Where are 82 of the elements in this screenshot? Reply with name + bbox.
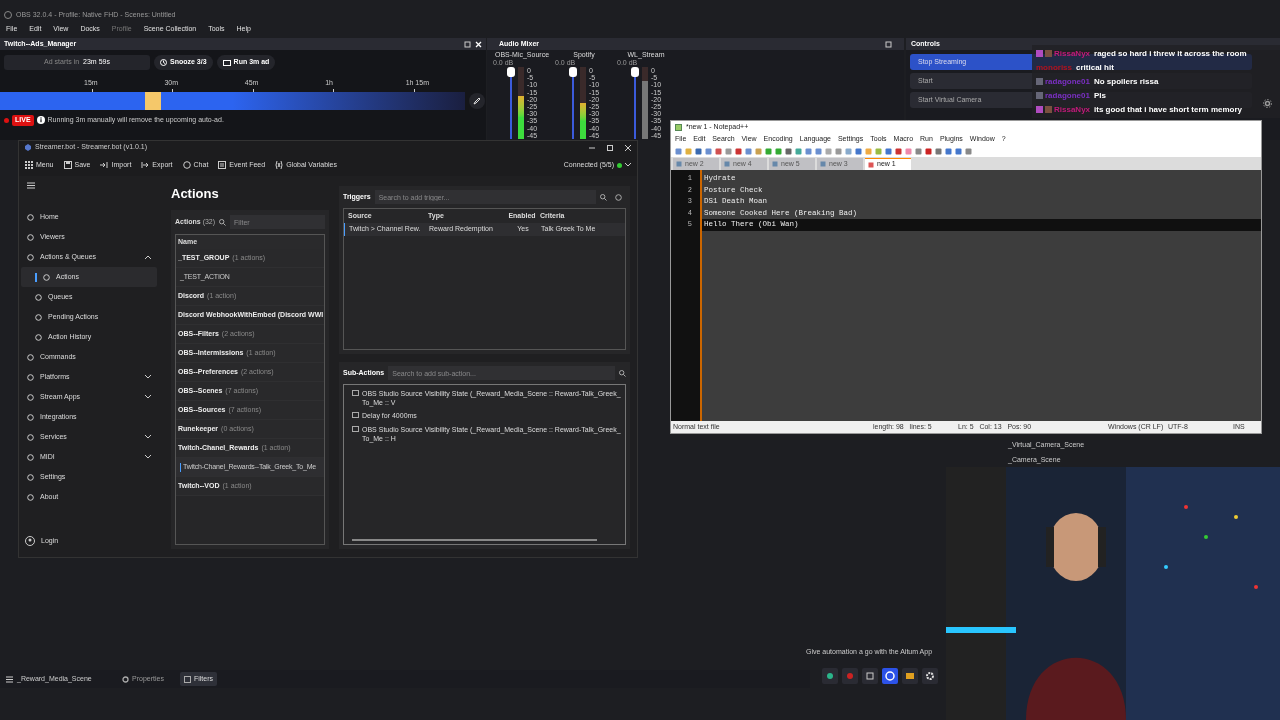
chevron-down-icon (145, 395, 151, 399)
circle-icon (27, 433, 34, 441)
chevron-up-icon (145, 255, 151, 259)
circle-icon (27, 373, 34, 381)
edit-button[interactable] (469, 93, 485, 109)
chat-username: RissaNyx (1054, 49, 1091, 58)
volume-slider[interactable] (630, 67, 639, 139)
window-icon (352, 412, 359, 418)
scrollbar-thumb[interactable] (352, 539, 597, 541)
menu-icon[interactable] (27, 182, 35, 189)
circle-icon (27, 413, 34, 421)
floppy-icon (63, 161, 72, 169)
volume-slider[interactable] (506, 67, 515, 139)
file-icon (772, 161, 778, 167)
import-icon (100, 161, 109, 169)
app-logo-icon (4, 11, 12, 19)
circle-icon (27, 393, 34, 401)
circle-icon (43, 273, 50, 281)
chat-message: No spoilers rissa (1093, 77, 1159, 86)
ring-icon (883, 669, 897, 683)
window-icon (352, 426, 359, 432)
chat-username: RissaNyx (1054, 105, 1091, 114)
pencil-icon (473, 97, 481, 105)
toolbar-button[interactable] (882, 668, 898, 684)
circle-icon (27, 253, 34, 261)
maximize-icon[interactable] (607, 144, 613, 151)
square-icon (863, 669, 877, 683)
search-icon (219, 218, 227, 226)
slider-thumb[interactable] (506, 67, 515, 77)
position-dot-icon (4, 117, 9, 123)
circle-icon (27, 353, 34, 361)
slider-thumb[interactable] (630, 67, 639, 77)
file-icon (676, 161, 682, 167)
window-icon (352, 390, 359, 396)
export-icon (141, 161, 150, 169)
page-title: Actions (171, 185, 220, 203)
volume-slider[interactable] (568, 67, 577, 139)
user-icon (25, 536, 35, 546)
app-logo-icon (25, 144, 31, 151)
chat-message: Pls (1093, 91, 1106, 100)
minimize-icon[interactable] (589, 144, 595, 151)
slider-thumb[interactable] (568, 67, 577, 77)
circle-icon (27, 493, 34, 501)
undock-icon[interactable] (464, 40, 471, 48)
search-icon (619, 369, 626, 377)
list-icon (218, 161, 227, 169)
file-icon (724, 161, 730, 167)
circle-icon (35, 293, 42, 301)
circle-icon (27, 233, 34, 241)
clock-icon (160, 59, 167, 66)
search-icon (600, 193, 607, 201)
list-icon (6, 675, 13, 683)
undock-icon[interactable] (885, 40, 892, 48)
grid-icon (25, 161, 33, 169)
ad-icon (222, 59, 231, 66)
chevron-down-icon (145, 455, 151, 459)
circle-icon (27, 473, 34, 481)
chevron-down-icon (625, 163, 631, 167)
chat-username: radagone01 (1045, 77, 1090, 86)
chat-message: raged so hard i threw it across the room (1094, 49, 1247, 58)
close-icon[interactable] (625, 144, 631, 151)
square-icon (183, 675, 191, 683)
file-icon (820, 161, 826, 167)
info-icon (36, 116, 45, 125)
chevron-down-icon (145, 435, 151, 439)
chat-message: its good that i have short term memory (1094, 105, 1243, 114)
circle-icon (27, 213, 34, 221)
chat-message: critical hit (1076, 63, 1114, 72)
circle-icon (27, 453, 34, 461)
file-icon (868, 161, 874, 168)
toolbar-button[interactable] (902, 668, 918, 684)
selection-indicator (35, 272, 37, 282)
circle-icon (35, 313, 42, 321)
ad-marker (145, 92, 161, 110)
variable-icon (275, 161, 284, 169)
chat-username: radagone01 (1045, 91, 1090, 100)
selection-indicator (180, 462, 181, 472)
circle-icon (35, 333, 42, 341)
toolbar-button[interactable] (822, 668, 838, 684)
chevron-down-icon (145, 375, 151, 379)
notepad-icon (675, 124, 682, 131)
chat-username: monoriss (1036, 63, 1072, 72)
